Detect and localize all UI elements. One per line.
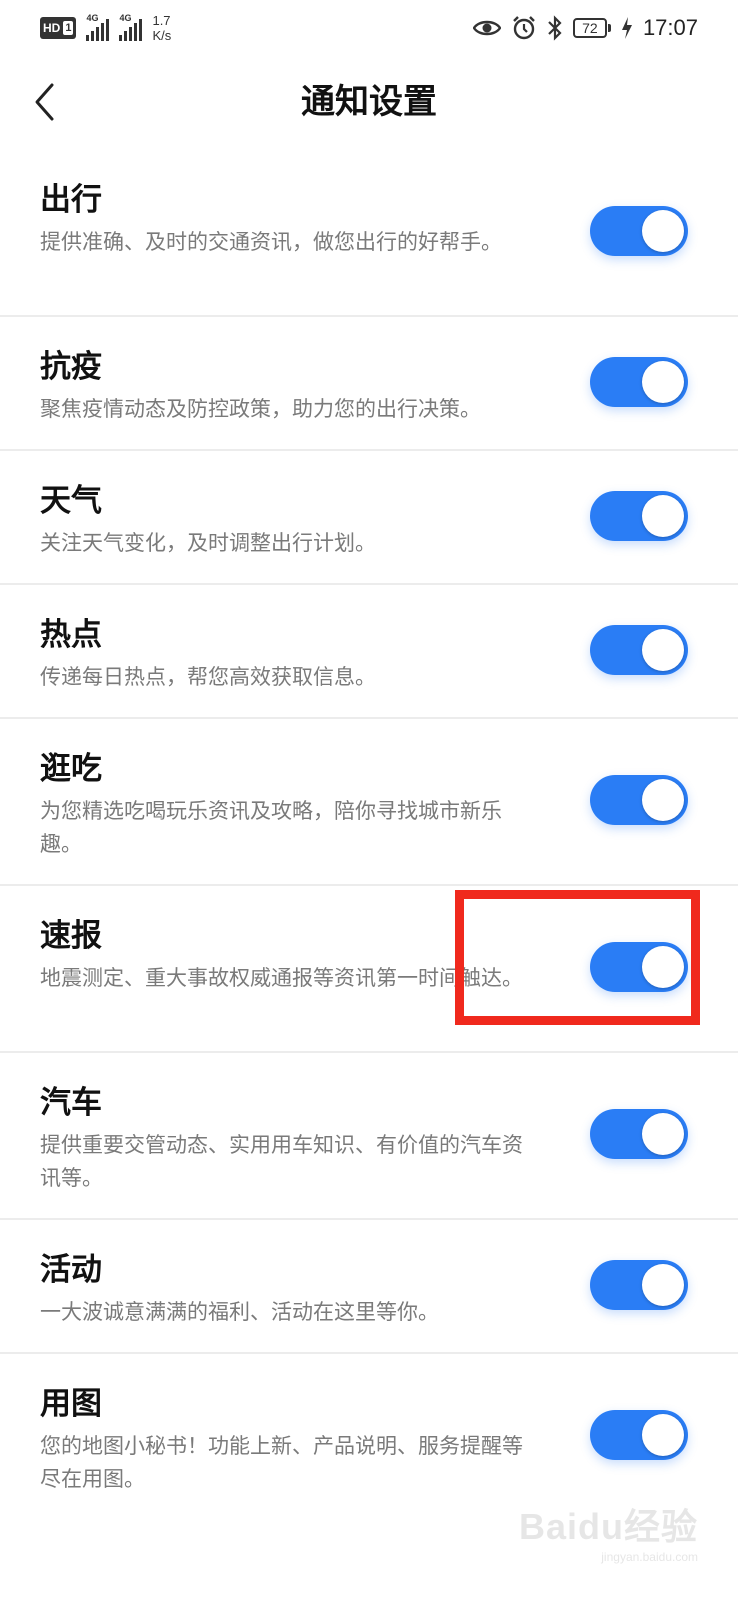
setting-row-food: 逛吃 为您精选吃喝玩乐资讯及攻略，陪你寻找城市新乐趣。 bbox=[0, 719, 738, 886]
toggle-knob bbox=[642, 495, 684, 537]
toggle-switch-weather[interactable] bbox=[590, 491, 688, 541]
setting-row-yongtu: 用图 您的地图小秘书！功能上新、产品说明、服务提醒等尽在用图。 bbox=[0, 1354, 738, 1521]
setting-row-flash-report: 速报 地震测定、重大事故权威通报等资讯第一时间触达。 bbox=[0, 886, 738, 1053]
status-bar-left: HD 1 4G 4G 1.7 K/s bbox=[40, 13, 171, 43]
toggle-knob bbox=[642, 946, 684, 988]
setting-description: 为您精选吃喝玩乐资讯及攻略，陪你寻找城市新乐趣。 bbox=[40, 799, 502, 856]
status-bar-right: 72 17:07 bbox=[472, 15, 698, 41]
watermark-sub-text: jingyan.baidu.com bbox=[601, 1550, 698, 1564]
network-type-sim2: 4G bbox=[119, 13, 132, 23]
setting-row-car: 汽车 提供重要交管动态、实用用车知识、有价值的汽车资讯等。 bbox=[0, 1053, 738, 1220]
setting-title: 用图 bbox=[40, 1386, 102, 1422]
toggle-knob bbox=[642, 779, 684, 821]
setting-title: 活动 bbox=[40, 1252, 102, 1288]
bluetooth-icon bbox=[547, 15, 563, 41]
setting-row-weather: 天气 关注天气变化，及时调整出行计划。 bbox=[0, 451, 738, 585]
toggle-knob bbox=[642, 1414, 684, 1456]
setting-description: 提供准确、及时的交通资讯，做您出行的好帮手。 bbox=[40, 230, 502, 254]
setting-description: 聚焦疫情动态及防控政策，助力您的出行决策。 bbox=[40, 397, 481, 421]
setting-row-activity: 活动 一大波诚意满满的福利、活动在这里等你。 bbox=[0, 1220, 738, 1354]
toggle-switch-epidemic[interactable] bbox=[590, 357, 688, 407]
charging-icon bbox=[621, 16, 633, 40]
setting-title: 汽车 bbox=[40, 1085, 102, 1121]
nav-header: 通知设置 bbox=[0, 60, 738, 144]
setting-title: 热点 bbox=[40, 617, 102, 653]
setting-title: 天气 bbox=[40, 483, 102, 519]
setting-title: 逛吃 bbox=[40, 751, 102, 787]
toggle-knob bbox=[642, 629, 684, 671]
toggle-switch-car[interactable] bbox=[590, 1109, 688, 1159]
toggle-switch-yongtu[interactable] bbox=[590, 1410, 688, 1460]
setting-description: 地震测定、重大事故权威通报等资讯第一时间触达。 bbox=[40, 966, 523, 990]
toggle-knob bbox=[642, 1264, 684, 1306]
setting-title: 出行 bbox=[40, 182, 102, 218]
toggle-switch-travel[interactable] bbox=[590, 206, 688, 256]
network-speed: 1.7 K/s bbox=[152, 13, 171, 43]
setting-description: 传递每日热点，帮您高效获取信息。 bbox=[40, 665, 376, 689]
setting-title: 抗疫 bbox=[40, 349, 102, 385]
setting-description: 一大波诚意满满的福利、活动在这里等你。 bbox=[40, 1300, 439, 1324]
setting-description: 提供重要交管动态、实用用车知识、有价值的汽车资讯等。 bbox=[40, 1133, 523, 1190]
setting-row-hotspot: 热点 传递每日热点，帮您高效获取信息。 bbox=[0, 585, 738, 719]
toggle-switch-food[interactable] bbox=[590, 775, 688, 825]
setting-row-travel: 出行 提供准确、及时的交通资讯，做您出行的好帮手。 bbox=[0, 150, 738, 317]
hd-number: 1 bbox=[63, 21, 74, 35]
setting-description: 关注天气变化，及时调整出行计划。 bbox=[40, 531, 376, 555]
setting-row-epidemic: 抗疫 聚焦疫情动态及防控政策，助力您的出行决策。 bbox=[0, 317, 738, 451]
toggle-knob bbox=[642, 210, 684, 252]
watermark-main-text: Baidu经验 bbox=[518, 1506, 698, 1547]
toggle-switch-hotspot[interactable] bbox=[590, 625, 688, 675]
watermark-logo: Baidu经验 jingyan.baidu.com bbox=[519, 1498, 698, 1564]
setting-title: 速报 bbox=[40, 918, 102, 954]
battery-level: 72 bbox=[572, 18, 607, 38]
toggle-switch-flash-report[interactable] bbox=[590, 942, 688, 992]
battery-icon: 72 bbox=[572, 18, 611, 38]
alarm-icon bbox=[511, 15, 537, 41]
signal-icon-sim2: 4G bbox=[119, 13, 143, 41]
hd-voice-icon: HD 1 bbox=[40, 17, 77, 39]
network-type-sim1: 4G bbox=[86, 13, 99, 23]
eye-icon bbox=[472, 18, 501, 38]
signal-icon-sim1: 4G bbox=[86, 13, 110, 41]
setting-description: 您的地图小秘书！功能上新、产品说明、服务提醒等尽在用图。 bbox=[40, 1434, 523, 1491]
hd-label: HD bbox=[43, 21, 61, 35]
network-speed-value: 1.7 bbox=[152, 13, 171, 28]
toggle-knob bbox=[642, 361, 684, 403]
toggle-switch-activity[interactable] bbox=[590, 1260, 688, 1310]
network-speed-unit: K/s bbox=[152, 28, 172, 43]
settings-list: 出行 提供准确、及时的交通资讯，做您出行的好帮手。 抗疫 聚焦疫情动态及防控政策… bbox=[0, 150, 738, 1521]
page-title: 通知设置 bbox=[301, 82, 437, 122]
toggle-knob bbox=[642, 1113, 684, 1155]
status-bar: HD 1 4G 4G 1.7 K/s 72 17:07 bbox=[0, 0, 738, 56]
status-time: 17:07 bbox=[642, 15, 698, 40]
